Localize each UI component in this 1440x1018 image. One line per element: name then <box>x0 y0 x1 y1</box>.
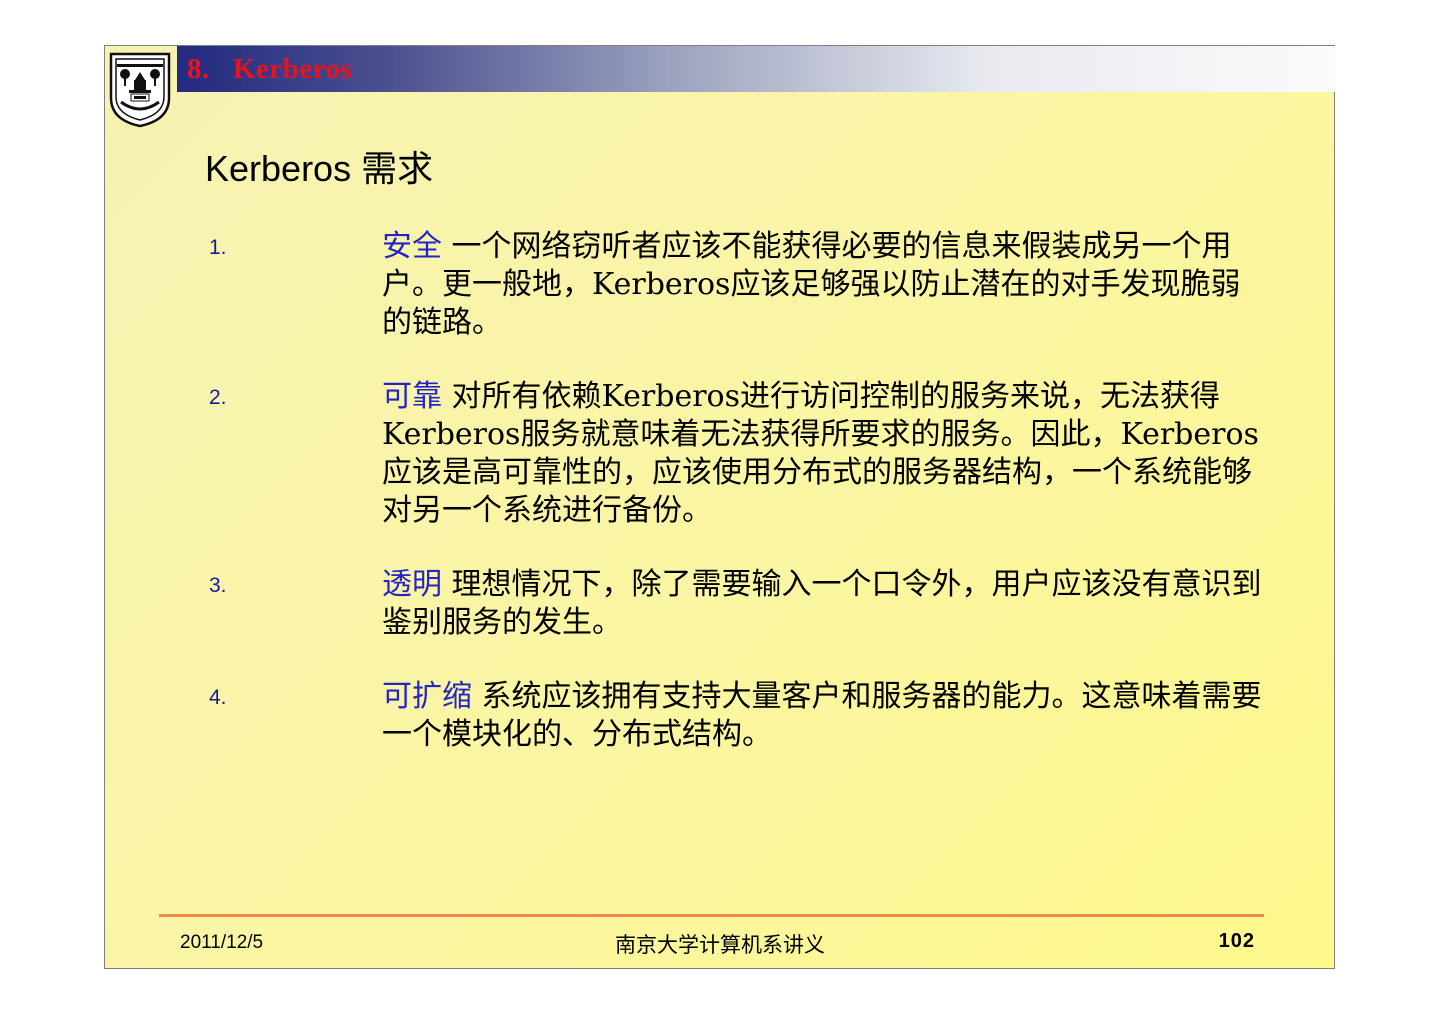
item-body: 可靠 对所有依赖Kerberos进行访问控制的服务来说，无法获得Kerberos… <box>382 378 1265 530</box>
item-text: 系统应该拥有支持大量客户和服务器的能力。这意味着需要一个模块化的、分布式结构。 <box>382 679 1262 752</box>
item-keyword: 安全 <box>382 229 442 264</box>
item-keyword: 透明 <box>382 567 442 602</box>
item-keyword: 可扩缩 <box>382 679 472 714</box>
footer-date: 2011/12/5 <box>180 932 264 953</box>
item-body: 可扩缩 系统应该拥有支持大量客户和服务器的能力。这意味着需要一个模块化的、分布式… <box>382 678 1265 754</box>
footer-course-title: 南京大学计算机系讲义 <box>615 933 825 957</box>
item-body: 安全 一个网络窃听者应该不能获得必要的信息来假装成另一个用户。更一般地，Kerb… <box>382 228 1265 342</box>
slide-title: Kerberos 需求 <box>205 148 434 189</box>
item-number: 2. <box>209 386 227 409</box>
item-number: 3. <box>209 574 227 597</box>
list-item: 4. 可扩缩 系统应该拥有支持大量客户和服务器的能力。这意味着需要一个模块化的、… <box>205 678 1265 754</box>
university-seal-icon <box>109 52 171 128</box>
footer-divider <box>159 914 1264 917</box>
page-number: 102 <box>1218 930 1255 952</box>
item-text: 对所有依赖Kerberos进行访问控制的服务来说，无法获得Kerberos服务就… <box>382 379 1259 528</box>
list-item: 1. 安全 一个网络窃听者应该不能获得必要的信息来假装成另一个用户。更一般地，K… <box>205 228 1265 342</box>
item-text: 一个网络窃听者应该不能获得必要的信息来假装成另一个用户。更一般地，Kerbero… <box>382 229 1241 340</box>
slide: 8. Kerberos Kerberos 需求 1. 安全 一个网络窃听者应该不… <box>104 45 1335 969</box>
item-number: 1. <box>209 236 227 259</box>
list-item: 2. 可靠 对所有依赖Kerberos进行访问控制的服务来说，无法获得Kerbe… <box>205 378 1265 530</box>
requirements-list: 1. 安全 一个网络窃听者应该不能获得必要的信息来假装成另一个用户。更一般地，K… <box>205 228 1265 790</box>
list-item: 3. 透明 理想情况下，除了需要输入一个口令外，用户应该没有意识到鉴别服务的发生… <box>205 566 1265 642</box>
item-body: 透明 理想情况下，除了需要输入一个口令外，用户应该没有意识到鉴别服务的发生。 <box>382 566 1265 642</box>
item-keyword: 可靠 <box>382 379 442 414</box>
item-number: 4. <box>209 686 227 709</box>
header-title: 8. Kerberos <box>187 53 353 85</box>
item-text: 理想情况下，除了需要输入一个口令外，用户应该没有意识到鉴别服务的发生。 <box>382 567 1262 640</box>
